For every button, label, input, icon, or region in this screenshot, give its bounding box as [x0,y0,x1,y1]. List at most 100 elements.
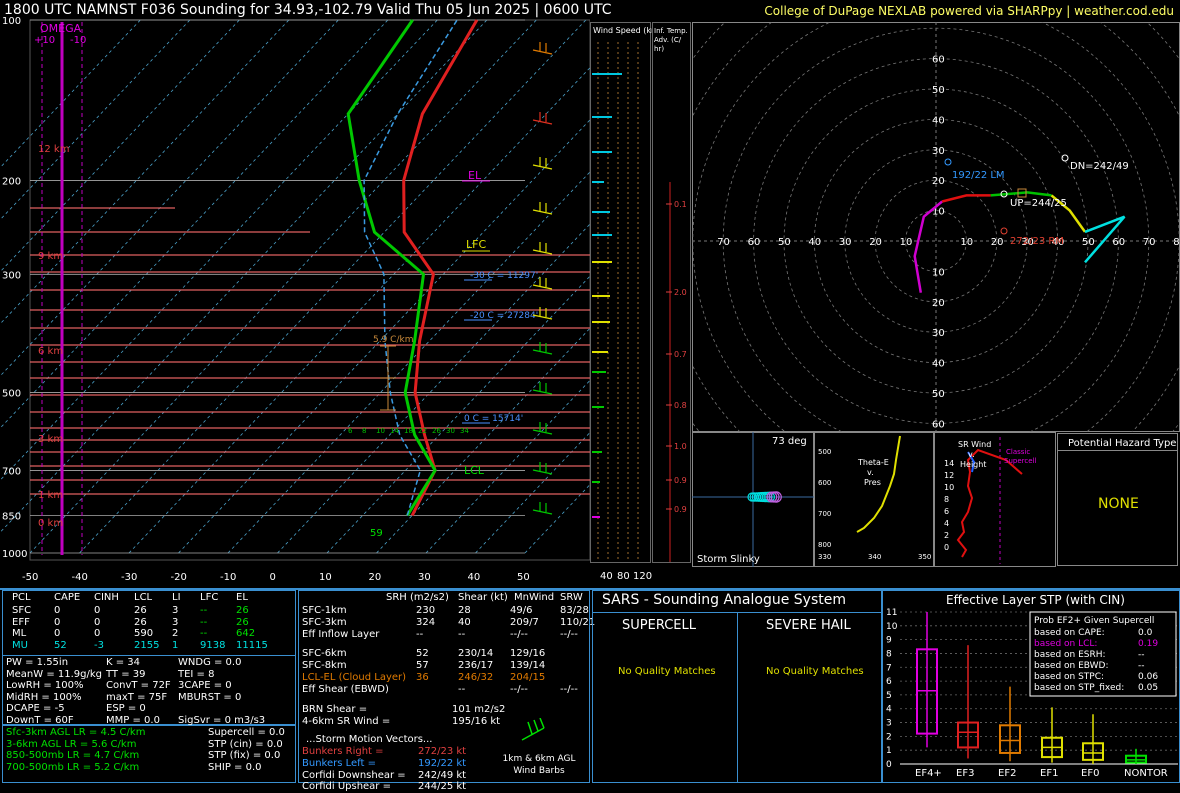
temp-adv-title-2: Adv. (C/ [654,36,682,44]
parcel-cell: 642 [236,628,256,639]
stp-legend-label: based on STP_fixed: [1034,683,1124,693]
sr-wind-value: 195/16 kt [452,716,501,727]
temp-adv-value: 0.9 [674,476,687,485]
wind-barb [532,389,553,395]
kin-cell: 129/16 [510,648,546,659]
hodo-ring-label: 20 [991,237,1004,248]
index-item: MBURST = 0 [178,691,242,703]
rm-marker [1000,227,1008,235]
pressure-tick: 500 [2,389,21,400]
isotherm [79,19,587,554]
stp-legend-label: based on CAPE: [1034,628,1105,638]
el-label: EL [468,169,482,182]
kin-cell: 28 [458,605,471,616]
wind-barb [532,249,553,255]
index-item: ESP = 0 [106,703,146,714]
kin-cell: 236/17 [458,660,494,671]
temp-tick: -10 [220,572,236,583]
stp-legend: based on CAPE: 0.0 based on LCL: 0.19 based … [1034,628,1158,693]
hodo-down-label: 50 [932,389,945,400]
height-label: 12 km [38,144,69,155]
parcel-cell: 0 [54,605,61,616]
kin-cell: --/-- [510,684,528,695]
theta-xtick: 330 [818,553,831,561]
sars-hail-head: SEVERE HAIL [766,618,851,633]
kin-cell: 36 [416,672,429,683]
wind-speed-bars [592,42,639,562]
stp-ytick: 1 [886,746,892,756]
stp-legend-value: -- [1138,661,1145,671]
parcel-cell: 590 [134,628,154,639]
kin-label: Eff Inflow Layer [302,629,380,640]
brn-shear-label: BRN Shear = [302,704,368,715]
parcel-header: CINH [94,592,119,603]
index-item: MidRH = 100% [6,691,82,703]
kin-cell: 230 [416,605,436,616]
parcel-cell: MU [12,639,28,651]
parcel-cell: 26 [236,605,249,616]
srw-ytick: 10 [944,483,954,492]
skewt-isotherms [0,19,590,554]
hazard-value: NONE [1098,496,1139,512]
kin-cell: --/-- [510,629,528,640]
pressure-tick: 200 [2,176,21,187]
stp-ytick: 3 [886,719,892,729]
kin-label: SFC-3km [302,617,347,628]
temp-tick: 40 [468,572,481,583]
stp-panel: Effective Layer STP (with CIN) 111098765… [882,590,1180,783]
stp-category: EF4+ [915,768,942,779]
parcel-cell: 0 [94,616,101,628]
temp-adv-value: 0.8 [674,401,687,410]
isotherm [0,19,438,481]
wind-barb [532,349,553,355]
skewt-panel: 1002003005007008501000 -50 -40 -30 -20 -10 0 1… [0,16,590,583]
kin-header: Shear (kt) [458,592,508,603]
ws-tick-120: 120 [633,571,652,582]
wetbulb-tick: 14 [390,427,399,435]
parcel-header: LI [172,592,181,603]
wind-speed-panel: Wind Speed (knots) 40 80 120 [590,22,652,582]
stp-ytick: 0 [886,760,892,770]
stp-ytick: 2 [886,732,892,742]
theta-ytick: 700 [818,510,831,518]
isotherm [0,19,389,429]
composite-line: STP (cin) = 0.0 [208,738,283,750]
stp-legend-value: -- [1138,650,1145,660]
kin-cell: 209/7 [510,617,539,628]
stp-legend-label: based on LCL: [1034,639,1097,649]
temp-tick: 50 [517,572,530,583]
kin-cell: 83/28 [560,605,589,616]
hodo-ring-label: 20 [869,237,882,248]
stp-ytick: 9 [886,636,892,646]
wind-barb [532,49,553,55]
kin-cell: 246/32 [458,672,494,683]
height-label: 9 km [38,251,63,262]
composite-line: STP (fix) = 0.0 [208,750,281,761]
pressure-tick: 700 [2,466,21,477]
sars-supercell-result: No Quality Matches [618,666,716,677]
parcel-cell: 0 [54,616,61,628]
lm-marker [944,158,952,166]
hodo-ring-label: 80 [1173,237,1180,248]
index-item: LowRH = 100% [6,680,84,691]
kin-cell: 40 [458,617,471,628]
stp-legend-label: based on STPC: [1034,672,1104,682]
temp-adv-title-3: hr) [654,45,664,53]
pressure-tick: 1000 [2,549,27,560]
index-item: PW = 1.55in [6,657,69,668]
lapse-line: 850-500mb LR = 4.7 C/km [6,750,140,761]
stp-ytick: 5 [886,691,892,701]
temp-tick: -50 [22,572,38,583]
slinky-label: Storm Slinky [697,554,760,565]
hodo-up-label: 40 [932,115,945,126]
temp-adv-value: 0.7 [674,350,687,359]
srw-ytick: 14 [944,459,954,468]
bunkers-right-value: 272/23 kt [418,746,467,757]
lapse-line: Sfc-3km AGL LR = 4.5 C/km [6,727,146,738]
parcel-cell: 0 [54,628,61,639]
pressure-tick: 300 [2,270,21,281]
kin-header: SRW [560,592,583,603]
kin-cell: -- [458,629,466,640]
isotherm [29,19,537,554]
stp-category: EF0 [1081,768,1099,779]
